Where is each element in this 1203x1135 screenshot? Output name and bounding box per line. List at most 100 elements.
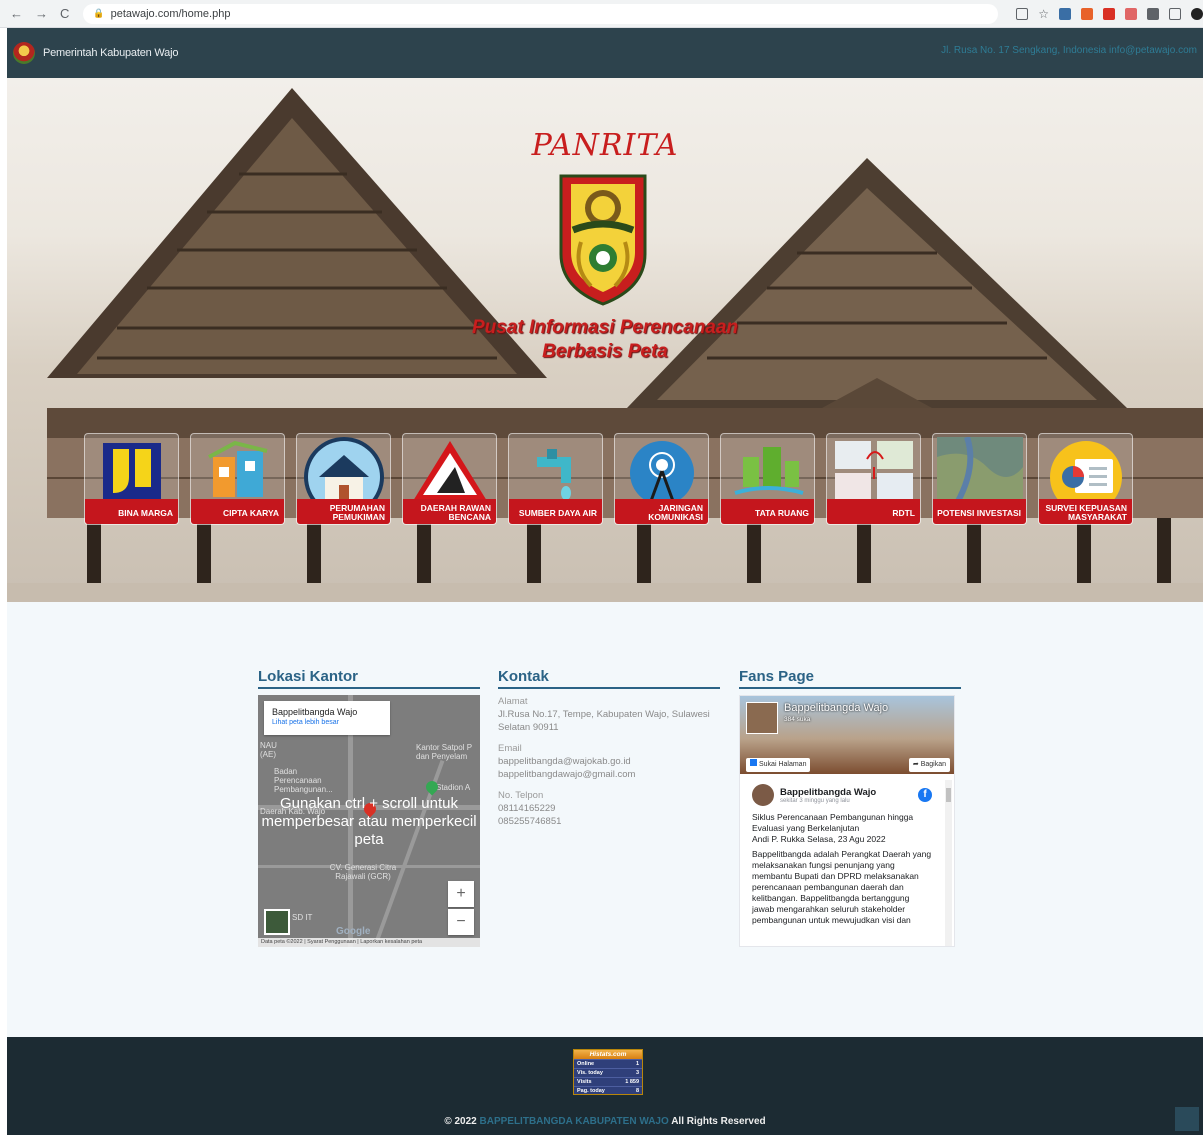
copyright-text: © 2022 BAPPELITBANGDA KABUPATEN WAJO All…: [7, 1116, 1203, 1127]
back-to-top-button[interactable]: [1175, 1107, 1199, 1131]
tile-perumahan-pemukiman[interactable]: PERUMAHAN PEMUKIMAN: [296, 433, 391, 525]
lokasi-heading: Lokasi Kantor: [258, 668, 480, 689]
hero-banner: PANRITA Pusat Informasi Perencanaan Berb…: [7, 78, 1203, 602]
address-bar[interactable]: 🔒 petawajo.com/home.php: [83, 3, 999, 24]
counter-title: Histats.com: [574, 1050, 642, 1059]
histats-counter[interactable]: Histats.com Online 1 Vis. today 3 Visits 1 …: [573, 1049, 643, 1095]
alamat-value: Jl.Rusa No.17, Tempe, Kabupaten Wajo, Su…: [498, 709, 710, 733]
telpon-label: No. Telpon: [498, 790, 544, 801]
fb-like-icon: [750, 759, 757, 766]
fb-post-text: Andi P. Rukka Selasa, 23 Agu 2022: [752, 834, 886, 844]
tile-sumber-daya-air[interactable]: SUMBER DAYA AIR: [508, 433, 603, 525]
counter-row: Pag. today 8: [574, 1086, 642, 1095]
tile-label: SURVEI KEPUASAN MASYARAKAT: [1039, 499, 1132, 524]
tile-daerah-rawan-bencana[interactable]: DAERAH RAWAN BENCANA: [402, 433, 497, 525]
lock-icon: 🔒: [93, 8, 105, 18]
star-icon[interactable]: ☆: [1038, 7, 1049, 21]
fb-page-name[interactable]: Bappelitbangda Wajo: [784, 702, 888, 714]
fb-post-avatar[interactable]: [752, 784, 774, 806]
reload-icon[interactable]: C: [60, 6, 69, 21]
site-footer: Histats.com Online 1 Vis. today 3 Visits 1 …: [7, 1037, 1203, 1135]
counter-key: Vis. today: [577, 1070, 603, 1076]
email-block: Email bappelitbangda@wajokab.go.id bappe…: [498, 742, 720, 781]
tile-jaringan-komunikasi[interactable]: JARINGAN KOMUNIKASI: [614, 433, 709, 525]
fb-post-text: Bappelitbangda adalah Perangkat Daerah y…: [752, 849, 932, 925]
satellite-map-icon: [937, 437, 1023, 503]
email-label: Email: [498, 743, 522, 754]
lokasi-kantor-section: Lokasi Kantor Bappelitbangda Wajo Lihat …: [258, 668, 480, 947]
extension-icon[interactable]: [1125, 7, 1137, 20]
tile-potensi-investasi[interactable]: POTENSI INVESTASI: [932, 433, 1027, 525]
share-icon[interactable]: [1016, 7, 1029, 20]
email-value[interactable]: bappelitbangdawajo@gmail.com: [498, 768, 720, 781]
hero-tagline: Pusat Informasi Perencanaan Berbasis Pet…: [7, 316, 1203, 364]
fans-page-section: Fans Page Bappelitbangda Wajo 384 suka S…: [739, 668, 961, 947]
city-plan-icon: [734, 447, 804, 495]
fb-post: Bappelitbangda Wajo sekitar 3 minggu yan…: [744, 780, 940, 930]
tile-tata-ruang[interactable]: TATA RUANG: [720, 433, 815, 525]
tile-rdtl[interactable]: RDTL: [826, 433, 921, 525]
tile-bina-marga[interactable]: BINA MARGA: [84, 433, 179, 525]
fb-post-text: Siklus Perencanaan Pembangunan hingga Ev…: [752, 812, 914, 833]
browser-extensions: ☆: [1016, 7, 1203, 21]
map-poi-label: CV. Generasi Citra Rajawali (GCR): [329, 863, 397, 881]
map-scroll-hint: Gunakan ctrl + scroll untuk memperbesar …: [261, 795, 477, 848]
map-zoom-in-button[interactable]: +: [448, 881, 474, 907]
tile-cipta-karya[interactable]: CIPTA KARYA: [190, 433, 285, 525]
fb-scrollbar-thumb[interactable]: [946, 788, 951, 802]
tile-label: CIPTA KARYA: [191, 499, 284, 524]
extension-icon[interactable]: [1103, 7, 1115, 20]
kontak-heading: Kontak: [498, 668, 720, 689]
forward-icon[interactable]: →: [35, 6, 48, 21]
facebook-page-widget[interactable]: Bappelitbangda Wajo 384 suka Sukai Halam…: [739, 695, 955, 947]
telpon-block: No. Telpon 08114165229 085255746851: [498, 789, 720, 828]
fb-like-page-button[interactable]: Sukai Halaman: [746, 758, 811, 772]
map-layer-toggle[interactable]: [264, 909, 290, 935]
nav-contact: Jl. Rusa No. 17 Sengkang, Indonesia info…: [941, 45, 1197, 56]
site-brand[interactable]: Pemerintah Kabupaten Wajo: [43, 47, 178, 59]
url-text: petawajo.com/home.php: [110, 7, 231, 20]
extension-icon[interactable]: [1081, 7, 1093, 20]
category-tiles: BINA MARGA CIPTA KARYA PERUMAHAN PEMUKIM: [84, 433, 1144, 529]
wajo-seal-icon: [559, 174, 647, 306]
fb-share-icon: ➦: [912, 761, 921, 768]
tagline-line-2: Berbasis Peta: [542, 341, 668, 362]
fb-profile-picture[interactable]: [746, 702, 778, 734]
copyright-suffix: All Rights Reserved: [671, 1116, 766, 1127]
map-view-larger-link[interactable]: Lihat peta lebih besar: [272, 719, 382, 726]
email-value[interactable]: bappelitbangda@wajokab.go.id: [498, 755, 720, 768]
alamat-label: Alamat: [498, 696, 528, 707]
copyright-org[interactable]: BAPPELITBANGDA KABUPATEN WAJO: [480, 1116, 669, 1127]
kabupaten-logo-icon[interactable]: [13, 42, 35, 64]
water-tap-icon: [537, 449, 571, 500]
fb-cover-photo[interactable]: Bappelitbangda Wajo 384 suka Sukai Halam…: [740, 696, 954, 774]
back-icon[interactable]: ←: [10, 6, 23, 21]
google-map[interactable]: Bappelitbangda Wajo Lihat peta lebih bes…: [258, 695, 480, 947]
map-poi-label: Stadion A: [436, 783, 471, 792]
tile-label: BINA MARGA: [85, 499, 178, 524]
map-zoom-out-button[interactable]: −: [448, 909, 474, 935]
tile-label: JARINGAN KOMUNIKASI: [615, 499, 708, 524]
fb-post-author[interactable]: Bappelitbangda Wajo: [780, 787, 876, 798]
profile-avatar[interactable]: [1191, 7, 1203, 20]
fb-like-count: 384 suka: [784, 716, 811, 723]
counter-key: Pag. today: [577, 1088, 605, 1094]
extension-icon[interactable]: [1059, 7, 1071, 20]
map-poi-pin-icon: [423, 778, 441, 796]
counter-value: 1 859: [625, 1079, 639, 1085]
tile-survei-kepuasan-masyarakat[interactable]: SURVEI KEPUASAN MASYARAKAT: [1038, 433, 1133, 525]
facebook-logo-icon[interactable]: f: [918, 788, 932, 802]
main-section: Lokasi Kantor Bappelitbangda Wajo Lihat …: [7, 602, 1203, 1037]
telpon-value: 08114165229: [498, 803, 556, 814]
fb-post-time[interactable]: sekitar 3 minggu yang lalu: [780, 798, 876, 804]
puzzle-icon[interactable]: [1147, 7, 1159, 20]
hazard-icon: [413, 441, 487, 501]
fb-share-button[interactable]: ➦ Bagikan: [908, 758, 950, 772]
sidepanel-icon[interactable]: [1169, 7, 1181, 20]
pu-logo-icon: [103, 443, 161, 501]
copyright-prefix: © 2022: [444, 1116, 477, 1127]
fb-scrollbar[interactable]: [945, 780, 952, 946]
tagline-line-1: Pusat Informasi Perencanaan: [471, 317, 739, 338]
map-attribution[interactable]: Data peta ©2022 | Syarat Penggunaan | La…: [258, 938, 480, 947]
tile-label: SUMBER DAYA AIR: [509, 499, 602, 524]
